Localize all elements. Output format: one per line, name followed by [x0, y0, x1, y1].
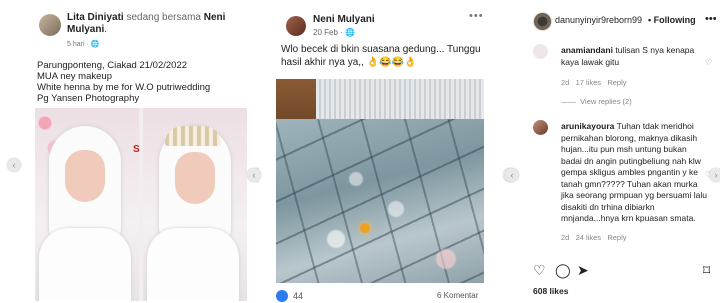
- heart-icon[interactable]: ♡: [533, 262, 546, 279]
- commenter-username[interactable]: anamiandani: [561, 45, 613, 55]
- profile-avatar[interactable]: [533, 12, 552, 31]
- commenter-avatar[interactable]: [533, 120, 548, 135]
- bride-left-image: [35, 108, 139, 301]
- carousel-prev-arrow[interactable]: ‹: [505, 168, 519, 182]
- post-header: Lita Diniyati sedang bersama Neni Mulyan…: [67, 12, 226, 35]
- reply-link[interactable]: Reply: [607, 78, 626, 87]
- comment-icon[interactable]: ◯: [555, 262, 571, 279]
- comment-meta: 2d 24 likes Reply: [561, 233, 627, 242]
- instagram-comments-panel: danunyinyir9reborn99 • Following ••• ana…: [505, 0, 720, 303]
- left-facebook-post-panel: ‹ Lita Diniyati sedang bersama Neni Muly…: [7, 0, 264, 303]
- comment-likes[interactable]: 17 likes: [576, 78, 601, 87]
- author-name[interactable]: Lita Diniyati: [67, 12, 124, 23]
- commenter-username[interactable]: arunikayoura: [561, 121, 614, 131]
- comment-likes[interactable]: 24 likes: [576, 233, 601, 242]
- with-text: sedang bersama: [126, 12, 201, 23]
- share-icon[interactable]: ➤: [577, 262, 589, 279]
- middle-facebook-post-panel: ‹ Neni Mulyani 20 Feb · 🌐 ••• Wlo becek …: [247, 0, 517, 303]
- venue-floor-photo[interactable]: [276, 79, 484, 283]
- author-avatar[interactable]: [286, 16, 306, 36]
- likes-total[interactable]: 608 likes: [533, 286, 568, 296]
- globe-icon: 🌐: [90, 41, 100, 48]
- wedding-photo[interactable]: S: [35, 108, 247, 301]
- post-body: Parungponteng, Ciakad 21/02/2022 MUA ney…: [37, 60, 211, 104]
- view-replies-link[interactable]: —— View replies (2): [561, 97, 632, 106]
- comment-meta: 2d 17 likes Reply: [561, 78, 627, 87]
- carousel-prev-arrow[interactable]: ‹: [7, 158, 21, 172]
- profile-username[interactable]: danunyinyir9reborn99: [555, 15, 642, 25]
- bookmark-icon[interactable]: ⌑: [703, 262, 710, 279]
- post-time[interactable]: 20 Feb · 🌐: [313, 28, 355, 37]
- globe-icon: 🌐: [345, 28, 355, 37]
- bride-right-image: [143, 108, 247, 301]
- following-button[interactable]: • Following: [648, 15, 696, 25]
- post-body: Wlo becek di bkin suasana gedung... Tung…: [281, 44, 481, 68]
- carousel-prev-arrow[interactable]: ‹: [247, 168, 261, 182]
- reaction-count[interactable]: 44: [293, 291, 303, 301]
- reply-link[interactable]: Reply: [607, 233, 626, 242]
- comment-text: arunikayoura Tuhan tdak meridhoi pernika…: [561, 121, 707, 223]
- comment-count[interactable]: 6 Komentar: [437, 291, 478, 300]
- comment-text: anamiandani tulisan S nya kenapa kaya la…: [561, 45, 695, 67]
- post-time[interactable]: 5 hari · 🌐: [67, 40, 99, 48]
- author-name[interactable]: Neni Mulyani: [313, 14, 375, 25]
- watermark-letter: S: [133, 144, 140, 155]
- facebook-post-card: Lita Diniyati sedang bersama Neni Mulyan…: [33, 2, 248, 303]
- like-reaction-icon[interactable]: [276, 290, 288, 302]
- commenter-avatar[interactable]: [533, 44, 548, 59]
- author-avatar[interactable]: [39, 14, 61, 36]
- like-comment-heart-icon[interactable]: ♡: [705, 58, 712, 67]
- more-options-icon[interactable]: •••: [469, 10, 484, 22]
- more-options-icon[interactable]: •••: [705, 13, 717, 25]
- carousel-next-arrow[interactable]: ›: [709, 168, 720, 182]
